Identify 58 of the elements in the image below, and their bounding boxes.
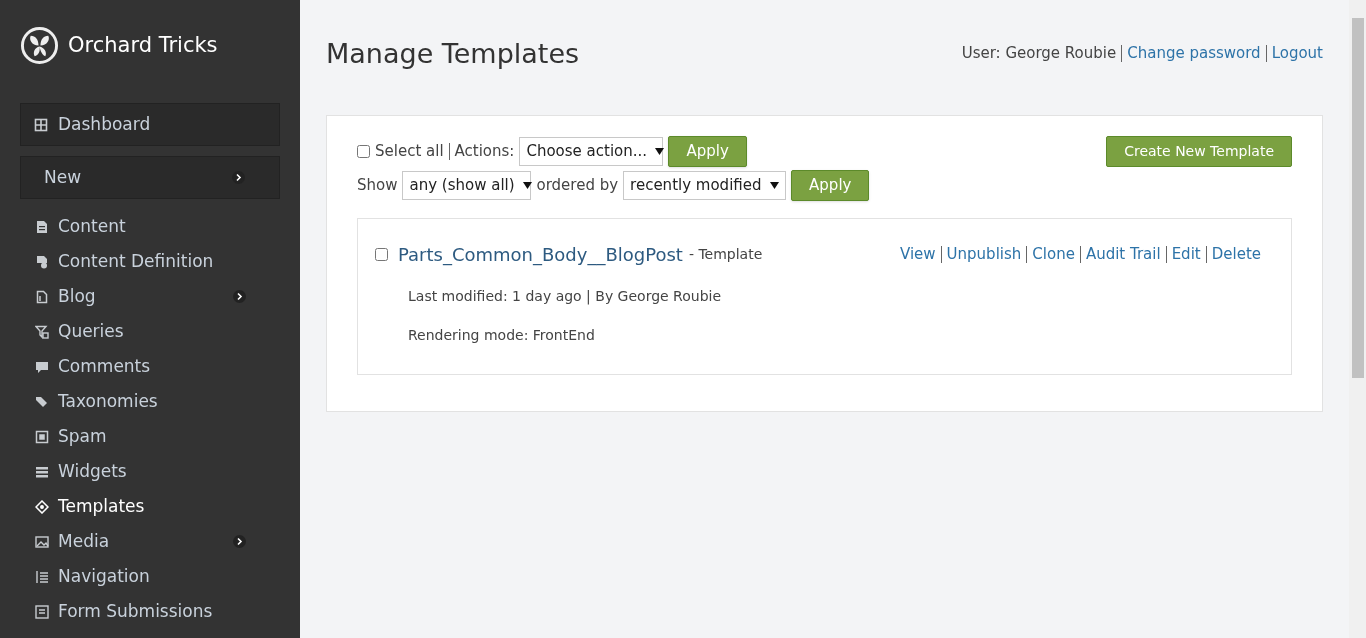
image-icon [35,534,49,549]
sidebar-item[interactable]: Templates [20,489,280,524]
list-icon [35,604,49,619]
leaf-logo-icon [20,26,59,65]
chevron-right-icon [232,171,245,184]
user-label: User: George Roubie [961,43,1117,64]
rendering-mode-text: Rendering mode: FrontEnd [408,325,596,345]
document-icon [35,289,49,304]
brand-name: Orchard Tricks [68,31,218,59]
sidebar-item[interactable]: Content [20,209,280,244]
chevron-right-icon [233,290,246,303]
sidebar-item[interactable]: Dashboard [20,103,280,146]
actions-label: Actions: [454,140,515,162]
caret-icon [522,181,532,189]
sidebar-item[interactable]: Blog [20,279,280,314]
list-icon [35,569,49,584]
header-link[interactable]: Change password [1127,42,1261,65]
header-link[interactable]: Logout [1271,42,1323,65]
sidebar-item[interactable]: Navigation [20,559,280,594]
stack-icon [35,464,49,479]
scrollbar[interactable] [1349,0,1366,638]
sidebar-item[interactable]: Widgets [20,454,280,489]
checkbox[interactable] [375,247,388,261]
template-title-link[interactable]: Parts_Common_Body__BlogPost [398,240,683,268]
filter-icon [35,324,49,339]
chevron-right-icon [233,535,246,548]
dropdown[interactable]: Choose action... [519,136,664,166]
sidebar-item[interactable]: Media [20,524,280,559]
action-link[interactable]: Edit [1171,242,1201,266]
checkbox[interactable] [357,144,370,158]
sidebar-item[interactable]: Taxonomies [20,384,280,419]
sidebar-item[interactable]: Content Definition [20,244,280,279]
caret-icon [770,181,780,189]
ordered-by-label: ordered by [536,174,619,196]
dropdown[interactable]: any (show all) [402,170,532,200]
dropdown[interactable]: recently modified [623,170,787,200]
speech-bubble-icon [35,359,49,374]
tags-icon [35,394,49,409]
show-label: Show [357,174,398,196]
sidebar-item[interactable]: New [20,156,280,199]
action-link[interactable]: Delete [1211,242,1261,266]
caret-icon [655,147,665,155]
sidebar-item[interactable]: Spam [20,419,280,454]
grid-icon [34,117,48,132]
action-link[interactable]: Unpublish [946,242,1022,266]
action-link[interactable]: Clone [1032,242,1075,266]
last-modified-text: Last modified: 1 day ago | By George Roubie [408,286,723,307]
sidebar-item[interactable]: Queries [20,314,280,349]
sidebar-item[interactable]: Comments [20,349,280,384]
action-link[interactable]: Audit Trail [1085,242,1161,266]
diamond-icon [35,499,49,514]
sidebar-item[interactable]: Form Submissions [20,594,280,629]
select-all-label: Select all [375,140,444,162]
action-link[interactable]: View [900,242,936,266]
page-title: Manage Templates [326,37,580,71]
square-icon [35,429,49,444]
document-icon [35,219,49,234]
item-type: - Template [688,244,763,264]
